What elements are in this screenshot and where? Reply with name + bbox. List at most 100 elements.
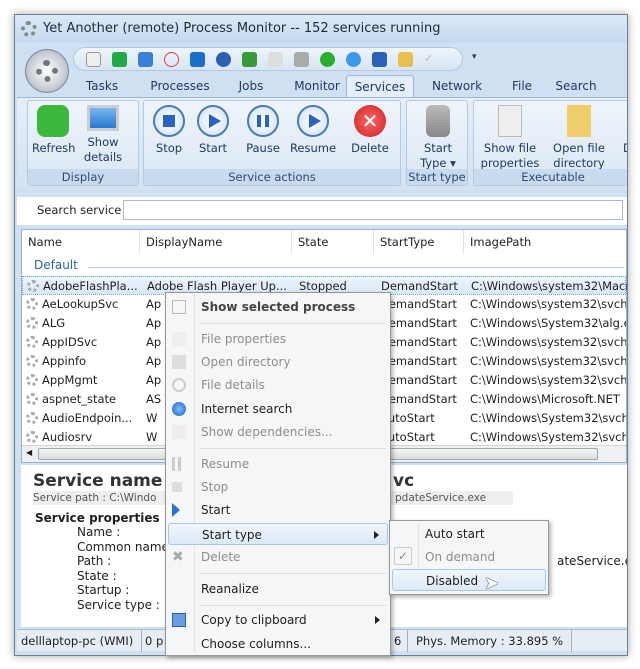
menu-file-properties[interactable]: File properties <box>168 328 388 350</box>
prop-startup: Startup : <box>77 583 130 597</box>
service-gear-icon <box>27 280 39 292</box>
globe-icon[interactable] <box>346 52 361 67</box>
cell-text: C:\Windows\System32\alg.e <box>470 316 626 330</box>
group-executable: Show file properties Open file directory… <box>473 100 627 186</box>
tab-network[interactable]: Network <box>419 75 495 97</box>
prop-name: Name : <box>77 525 121 539</box>
cell-starttype: DemandStart <box>380 352 464 371</box>
screen-icon[interactable] <box>138 52 153 67</box>
play-icon <box>172 503 180 517</box>
monitor-icon[interactable] <box>112 52 127 67</box>
menu-delete[interactable]: ✖ Delete <box>168 546 388 568</box>
cell-path: C:\Windows\Microsoft.NET <box>470 390 626 409</box>
cell-path: C:\Windows\System32\svch <box>470 409 626 428</box>
column-header-starttype[interactable]: StartType <box>374 230 464 254</box>
add-icon[interactable] <box>320 52 335 67</box>
cell-starttype: DemandStart <box>380 390 464 409</box>
submenu-disabled[interactable]: Disabled <box>392 569 546 591</box>
check-icon[interactable]: ✓ <box>424 52 439 67</box>
quick-access-toolbar: ✓ ▾ <box>73 47 477 71</box>
column-header-state[interactable]: State <box>292 230 374 254</box>
column-header-displayname[interactable]: DisplayName <box>140 230 292 254</box>
cell-starttype: AutoStart <box>380 409 464 428</box>
tab-file[interactable]: File <box>499 75 545 97</box>
menu-internet-search[interactable]: Internet search <box>168 398 388 420</box>
cell-text: C:\Windows\system32\Macr <box>471 279 627 293</box>
menu-start[interactable]: Start <box>168 499 388 521</box>
column-header-imagepath[interactable]: ImagePath <box>464 230 627 254</box>
cell-text: AudioEndpoin... <box>42 411 133 425</box>
resume-button[interactable]: Resume <box>288 105 338 156</box>
play-icon <box>197 105 229 137</box>
info-icon[interactable] <box>216 52 231 67</box>
magnifier-icon <box>172 378 186 392</box>
settings-doc-icon[interactable] <box>268 52 283 67</box>
service-name-value: vc <box>393 471 415 491</box>
start-type-submenu: Auto start ✓ On demand Disabled <box>389 520 549 595</box>
customize-dropdown-icon[interactable]: ▾ <box>472 52 487 67</box>
network-icon[interactable] <box>190 52 205 67</box>
menu-reanalize[interactable]: Reanalize <box>168 578 388 600</box>
cell-path: C:\Windows\system32\Macr <box>471 277 627 296</box>
open-file-directory-button[interactable]: Open file directory <box>546 105 612 171</box>
show-details-button[interactable]: Show details <box>78 105 128 165</box>
pause-icon <box>172 457 181 471</box>
cell-path: C:\Windows\system32\svch <box>470 371 626 390</box>
database-gear-icon <box>426 105 450 137</box>
submenu-auto-start[interactable]: Auto start <box>392 523 546 545</box>
service-gear-icon <box>26 374 38 386</box>
cell-name: AppIDSvc <box>26 333 138 352</box>
shield-icon[interactable] <box>242 52 257 67</box>
column-header-name[interactable]: Name <box>22 230 140 254</box>
menu-choose-columns[interactable]: Choose columns... <box>168 633 388 655</box>
cell-starttype: DemandStart <box>381 277 465 296</box>
folder-icon <box>567 105 591 137</box>
search-input[interactable] <box>123 200 623 220</box>
menu-stop[interactable]: Stop <box>168 476 388 498</box>
database-icon[interactable] <box>294 52 309 67</box>
cell-text: DemandStart <box>380 392 457 406</box>
stop-button[interactable]: Stop <box>150 105 188 156</box>
tab-monitor[interactable]: Monitor <box>281 75 353 97</box>
tab-search[interactable]: Search <box>547 75 605 97</box>
prop-path: Path : <box>77 554 112 568</box>
submenu-on-demand[interactable]: ✓ On demand <box>392 546 546 568</box>
menu-show-dependencies[interactable]: Show dependencies... <box>168 421 388 443</box>
menu-start-type[interactable]: Start type <box>168 523 388 545</box>
menu-resume[interactable]: Resume <box>168 453 388 475</box>
document-icon[interactable] <box>86 52 101 67</box>
cell-text: C:\Windows\system32\svch <box>470 354 626 368</box>
pause-button[interactable]: Pause <box>242 105 284 156</box>
tab-jobs[interactable]: Jobs <box>221 75 281 97</box>
cell-text: DemandStart <box>381 279 458 293</box>
menu-show-selected-process[interactable]: Show selected process <box>168 296 388 318</box>
show-file-properties-button[interactable]: Show file properties <box>476 105 544 171</box>
cell-text: AS <box>146 392 162 406</box>
service-gear-icon <box>26 317 38 329</box>
start-button[interactable]: Start <box>194 105 232 156</box>
cell-text: C:\Windows\System32\svch <box>470 430 626 444</box>
cell-text: ALG <box>42 316 66 330</box>
save-icon[interactable] <box>372 52 387 67</box>
tab-processes[interactable]: Processes <box>139 75 221 97</box>
tab-services[interactable]: Services <box>346 75 414 97</box>
menu-open-directory[interactable]: Open directory <box>168 351 388 373</box>
refresh-button[interactable]: Refresh <box>32 105 75 156</box>
tab-tasks[interactable]: Tasks <box>77 75 127 97</box>
cell-name: AeLookupSvc <box>26 295 138 314</box>
folder-icon[interactable] <box>398 52 413 67</box>
file-details-button[interactable]: De <box>616 141 627 156</box>
menu-copy-to-clipboard[interactable]: Copy to clipboard <box>168 609 388 631</box>
group-divider <box>88 267 624 268</box>
cell-text: DemandStart <box>380 373 457 387</box>
service-name-label: Service name : <box>33 471 176 491</box>
target-icon[interactable] <box>164 52 179 67</box>
stop-icon <box>172 482 182 492</box>
delete-button[interactable]: ✕ Delete <box>348 105 392 156</box>
submenu-arrow-icon <box>374 531 379 539</box>
cell-starttype: DemandStart <box>380 314 464 333</box>
start-type-button[interactable]: Start Type ▾ <box>411 105 465 171</box>
status-machine: delllaptop-pc (WMI) <box>21 630 143 652</box>
menu-file-details[interactable]: File details <box>168 374 388 396</box>
check-icon: ✓ <box>394 547 412 565</box>
